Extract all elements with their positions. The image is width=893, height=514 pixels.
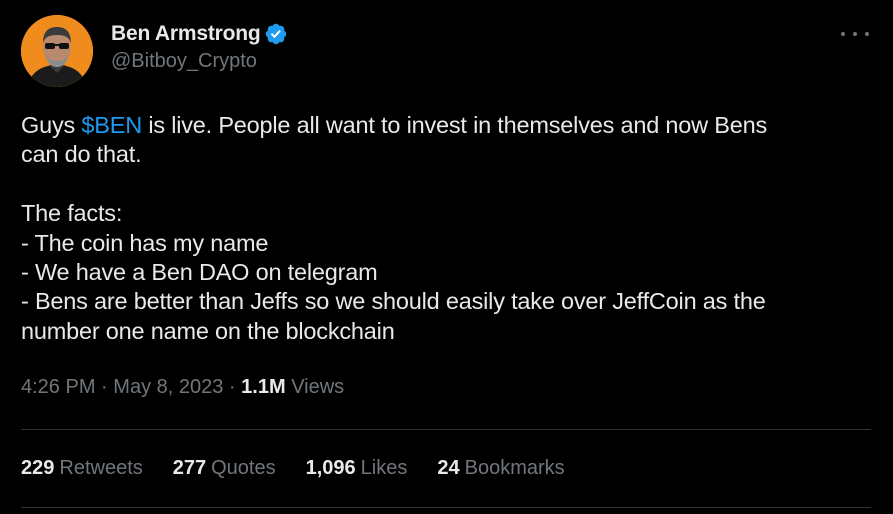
divider <box>21 429 871 430</box>
more-horizontal-icon[interactable] <box>841 22 869 46</box>
author-display-name[interactable]: Ben Armstrong <box>111 22 261 46</box>
divider <box>21 507 871 508</box>
views-count: 1.1M <box>241 376 286 398</box>
tweet-line: - Bens are better than Jeffs so we shoul… <box>21 288 766 315</box>
profile-photo <box>21 15 93 87</box>
retweets-label: Retweets <box>59 457 143 479</box>
avatar[interactable] <box>21 15 93 87</box>
retweets-count: 229 <box>21 457 55 479</box>
views-label: Views <box>291 376 345 398</box>
author-name-row: Ben Armstrong <box>111 20 288 48</box>
quotes-label: Quotes <box>211 457 276 479</box>
bookmarks-count: 24 <box>437 457 460 479</box>
retweets-stat[interactable]: 229 Retweets <box>21 457 143 480</box>
verified-badge-icon[interactable] <box>264 22 288 46</box>
meta-separator: · <box>101 376 108 398</box>
tweet-line: The facts: <box>21 200 123 227</box>
quotes-stat[interactable]: 277 Quotes <box>173 457 276 480</box>
likes-count: 1,096 <box>305 457 356 479</box>
bookmarks-label: Bookmarks <box>464 457 565 479</box>
tweet-line: can do that. <box>21 141 142 168</box>
tweet-date[interactable]: May 8, 2023 <box>113 376 223 398</box>
tweet-meta: 4:26 PM · May 8, 2023 · 1.1M Views <box>21 376 344 399</box>
meta-separator: · <box>228 376 236 398</box>
tweet-text: Guys $BEN is live. People all want to in… <box>21 111 876 346</box>
tweet-line: number one name on the blockchain <box>21 317 395 344</box>
engagement-stats: 229 Retweets 277 Quotes 1,096 Likes 24 Bookm… <box>21 457 595 480</box>
tweet-line: Guys $BEN is live. People all want to in… <box>21 111 876 140</box>
bookmarks-stat[interactable]: 24 Bookmarks <box>437 457 564 480</box>
quotes-count: 277 <box>172 457 207 479</box>
tweet-text-segment: is live. People all want to invest in th… <box>141 112 768 138</box>
likes-label: Likes <box>360 457 408 479</box>
tweet-line: - We have a Ben DAO on telegram <box>21 259 378 286</box>
tweet-text-segment: Guys <box>21 112 82 138</box>
likes-stat[interactable]: 1,096 Likes <box>306 457 408 480</box>
tweet-time[interactable]: 4:26 PM <box>21 376 95 398</box>
author-handle[interactable]: @Bitboy_Crypto <box>111 50 257 73</box>
cashtag-link[interactable]: $BEN <box>81 112 142 138</box>
tweet-line: - The coin has my name <box>21 229 269 256</box>
